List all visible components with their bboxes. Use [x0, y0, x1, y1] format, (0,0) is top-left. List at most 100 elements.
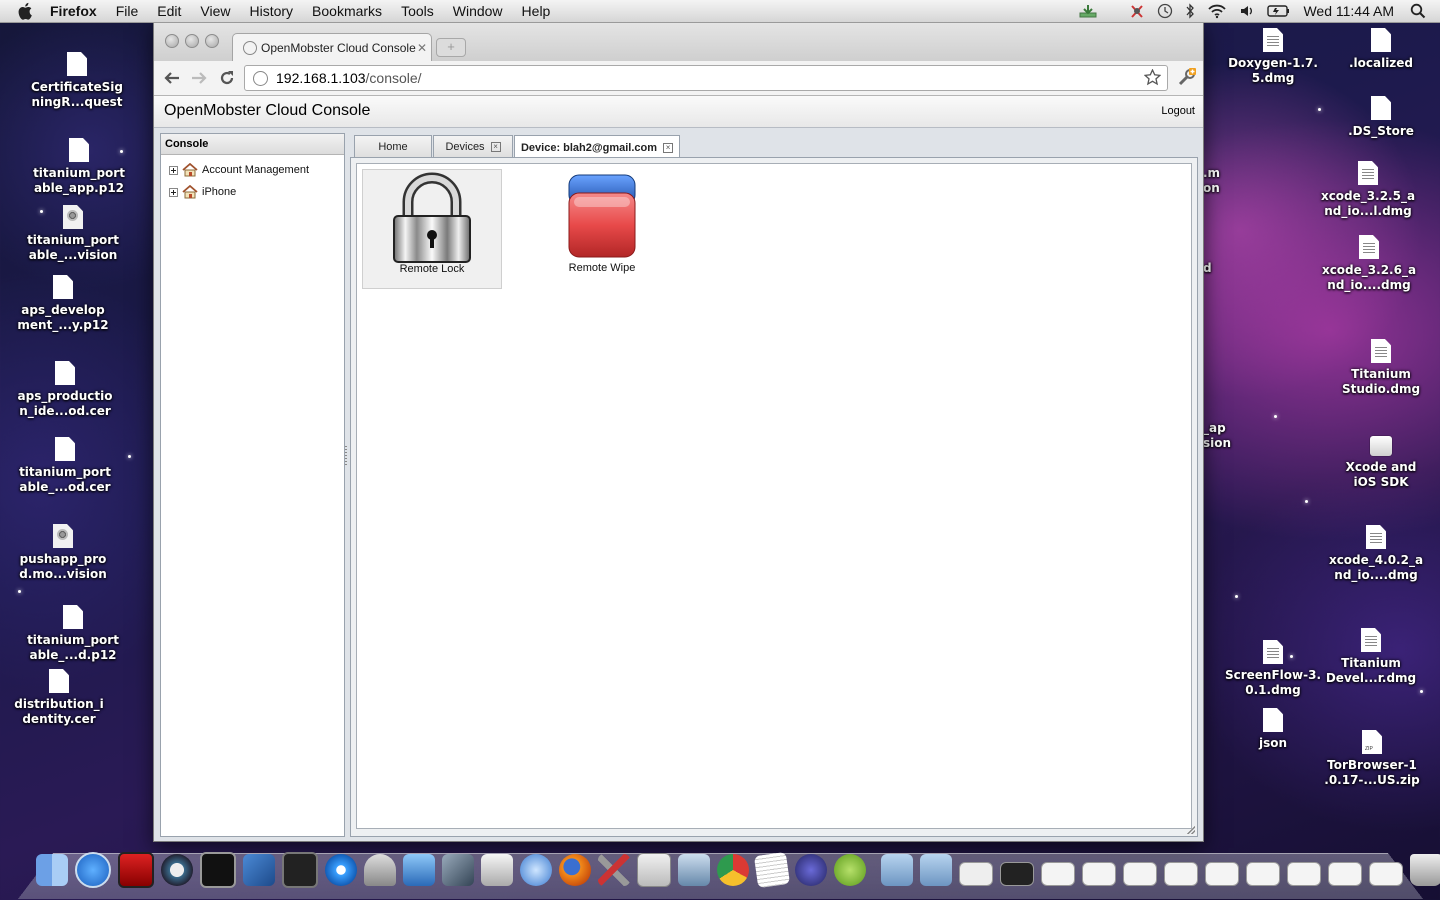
tree-item-account-management[interactable]: Account Management	[161, 159, 344, 181]
forward-button[interactable]	[189, 68, 209, 88]
bluetooth-icon[interactable]	[1185, 3, 1195, 19]
desktop-file-aps-production-cer[interactable]: aps_productio n_ide...od.cer	[10, 361, 120, 419]
menu-app-name[interactable]: Firefox	[50, 3, 97, 19]
menu-edit[interactable]: Edit	[157, 3, 181, 19]
remote-wipe-action[interactable]: Remote Wipe	[533, 169, 671, 287]
dock-minimized-window-icon[interactable]	[1123, 862, 1157, 886]
spotlight-search-icon[interactable]	[1410, 3, 1426, 19]
dock-utilities-icon[interactable]	[598, 854, 630, 886]
desktop-file-titanium-developer-dmg[interactable]: Titanium Devel...r.dmg	[1316, 628, 1426, 686]
desktop-file-doxygen-dmg[interactable]: Doxygen-1.7. 5.dmg	[1218, 28, 1328, 86]
dock-terminal-icon[interactable]	[200, 852, 236, 888]
wifi-icon[interactable]	[1207, 3, 1227, 19]
dock-x11-icon[interactable]	[442, 854, 474, 886]
dock-textedit-icon[interactable]	[753, 851, 791, 889]
tab-devices[interactable]: Devices ×	[433, 135, 513, 158]
menu-help[interactable]: Help	[522, 3, 551, 19]
volume-icon[interactable]	[1239, 3, 1255, 19]
desktop-file-pushapp-provision[interactable]: pushapp_pro d.mo...vision	[8, 524, 118, 582]
dock-minimized-window-icon[interactable]	[1205, 862, 1239, 886]
time-machine-icon[interactable]	[1157, 3, 1173, 19]
dock-minimized-window-icon[interactable]	[1000, 862, 1034, 886]
dock-photo-booth-icon[interactable]	[118, 852, 154, 888]
dock-xcode-icon[interactable]	[243, 854, 275, 886]
download-status-icon[interactable]	[1079, 4, 1097, 18]
dock-mail-icon[interactable]	[520, 854, 552, 886]
reload-button[interactable]	[217, 68, 237, 88]
menu-window[interactable]: Window	[453, 3, 503, 19]
window-minimize-button[interactable]	[185, 34, 199, 48]
desktop-file-xcode-402-dmg[interactable]: xcode_4.0.2_a nd_io....dmg	[1321, 525, 1431, 583]
dock-firefox-icon[interactable]	[559, 854, 591, 886]
desktop-file-ds-store[interactable]: .DS_Store	[1326, 96, 1436, 139]
dock-minimized-window-icon[interactable]	[1164, 862, 1198, 886]
desktop-file-titanium-studio-dmg[interactable]: Titanium Studio.dmg	[1326, 339, 1436, 397]
dock-minimized-window-icon[interactable]	[959, 862, 993, 886]
bookmark-star-icon[interactable]	[1143, 68, 1162, 89]
dock-minimized-window-icon[interactable]	[1369, 862, 1403, 886]
dock-eclipse-icon[interactable]	[795, 854, 827, 886]
tab-home[interactable]: Home	[354, 135, 432, 158]
logout-link[interactable]: Logout	[1161, 105, 1195, 117]
desktop-file-torbrowser-zip[interactable]: TorBrowser-1.0.17-...US.zip	[1317, 730, 1427, 788]
address-bar[interactable]: 192.168.1.103/console/	[244, 65, 1168, 91]
dock-preview-icon[interactable]	[637, 853, 671, 887]
dock-applications-folder-icon[interactable]	[881, 854, 913, 886]
expand-icon[interactable]	[169, 187, 178, 197]
dock-minimized-window-icon[interactable]	[1246, 862, 1280, 886]
dock-time-machine-icon[interactable]	[161, 854, 193, 886]
desktop-file-titanium-app-p12[interactable]: titanium_port able_app.p12	[24, 138, 134, 196]
desktop-file-distribution-identity[interactable]: distribution_i dentity.cer	[4, 669, 114, 727]
apple-menu-icon[interactable]	[18, 2, 36, 20]
window-zoom-button[interactable]	[205, 34, 219, 48]
dock-keychain-icon[interactable]	[364, 854, 396, 886]
menu-tools[interactable]: Tools	[401, 3, 434, 19]
panel-splitter-handle[interactable]	[345, 446, 347, 466]
menu-file[interactable]: File	[116, 3, 139, 19]
dock-trash-icon[interactable]	[1410, 854, 1440, 886]
remote-lock-action[interactable]: Remote Lock	[362, 169, 502, 289]
menu-bookmarks[interactable]: Bookmarks	[312, 3, 382, 19]
desktop-file-xcode-325-dmg[interactable]: xcode_3.2.5_a nd_io...l.dmg	[1313, 161, 1423, 219]
menu-clock[interactable]: Wed 11:44 AM	[1303, 3, 1394, 19]
desktop-file-aps-development-p12[interactable]: aps_develop ment_...y.p12	[8, 275, 118, 333]
window-close-button[interactable]	[165, 34, 179, 48]
menu-history[interactable]: History	[249, 3, 293, 19]
expand-icon[interactable]	[169, 165, 178, 175]
close-tab-icon[interactable]: ✕	[417, 41, 431, 55]
dock-minimized-window-icon[interactable]	[1041, 862, 1075, 886]
dock-disk-utility-icon[interactable]	[481, 854, 513, 886]
desktop-file-screenflow-dmg[interactable]: ScreenFlow-3. 0.1.dmg	[1218, 640, 1328, 698]
new-tab-button[interactable]: +	[436, 38, 466, 57]
desktop-file-titanium-prod-cer[interactable]: titanium_port able_...od.cer	[10, 437, 120, 495]
close-tab-icon[interactable]: ×	[663, 142, 674, 153]
menu-view[interactable]: View	[200, 3, 230, 19]
dock-android-icon[interactable]	[834, 854, 866, 886]
resize-grip-icon[interactable]	[1187, 826, 1195, 834]
desktop-file-titanium-provision[interactable]: titanium_port able_...vision	[18, 205, 128, 263]
back-button[interactable]	[162, 68, 182, 88]
dock-minimized-window-icon[interactable]	[1082, 862, 1116, 886]
dock-documents-folder-icon[interactable]	[920, 854, 952, 886]
desktop-file-certificate-request[interactable]: CertificateSig ningR...quest	[22, 52, 132, 110]
desktop-file-json[interactable]: json	[1218, 708, 1328, 751]
dock-chrome-icon[interactable]	[717, 854, 749, 886]
close-tab-icon[interactable]: ×	[490, 142, 501, 152]
browser-tab-active[interactable]: OpenMobster Cloud Console ✕	[232, 33, 432, 62]
dock-mail-alt-icon[interactable]	[678, 854, 710, 886]
desktop-file-xcode-326-dmg[interactable]: xcode_3.2.6_a nd_io....dmg	[1314, 235, 1424, 293]
unsigned-app-status-icon[interactable]	[1129, 3, 1145, 19]
wrench-menu-icon[interactable]	[1177, 67, 1197, 92]
desktop-file-titanium-d-p12[interactable]: titanium_port able_...d.p12	[18, 605, 128, 663]
dock-instruments-icon[interactable]	[403, 854, 435, 886]
dock-console-icon[interactable]	[282, 852, 318, 888]
dock-finder-icon[interactable]	[36, 854, 68, 886]
dock-minimized-window-icon[interactable]	[1328, 862, 1362, 886]
tab-device-detail[interactable]: Device: blah2@gmail.com ×	[514, 135, 680, 159]
dock-app-store-icon[interactable]	[75, 852, 111, 888]
battery-icon[interactable]	[1267, 4, 1291, 18]
desktop-file-localized[interactable]: .localized	[1326, 28, 1436, 71]
dock-minimized-window-icon[interactable]	[1287, 862, 1321, 886]
desktop-volume-xcode-ios-sdk[interactable]: Xcode and iOS SDK	[1326, 436, 1436, 490]
tree-item-iphone[interactable]: iPhone	[161, 181, 344, 203]
